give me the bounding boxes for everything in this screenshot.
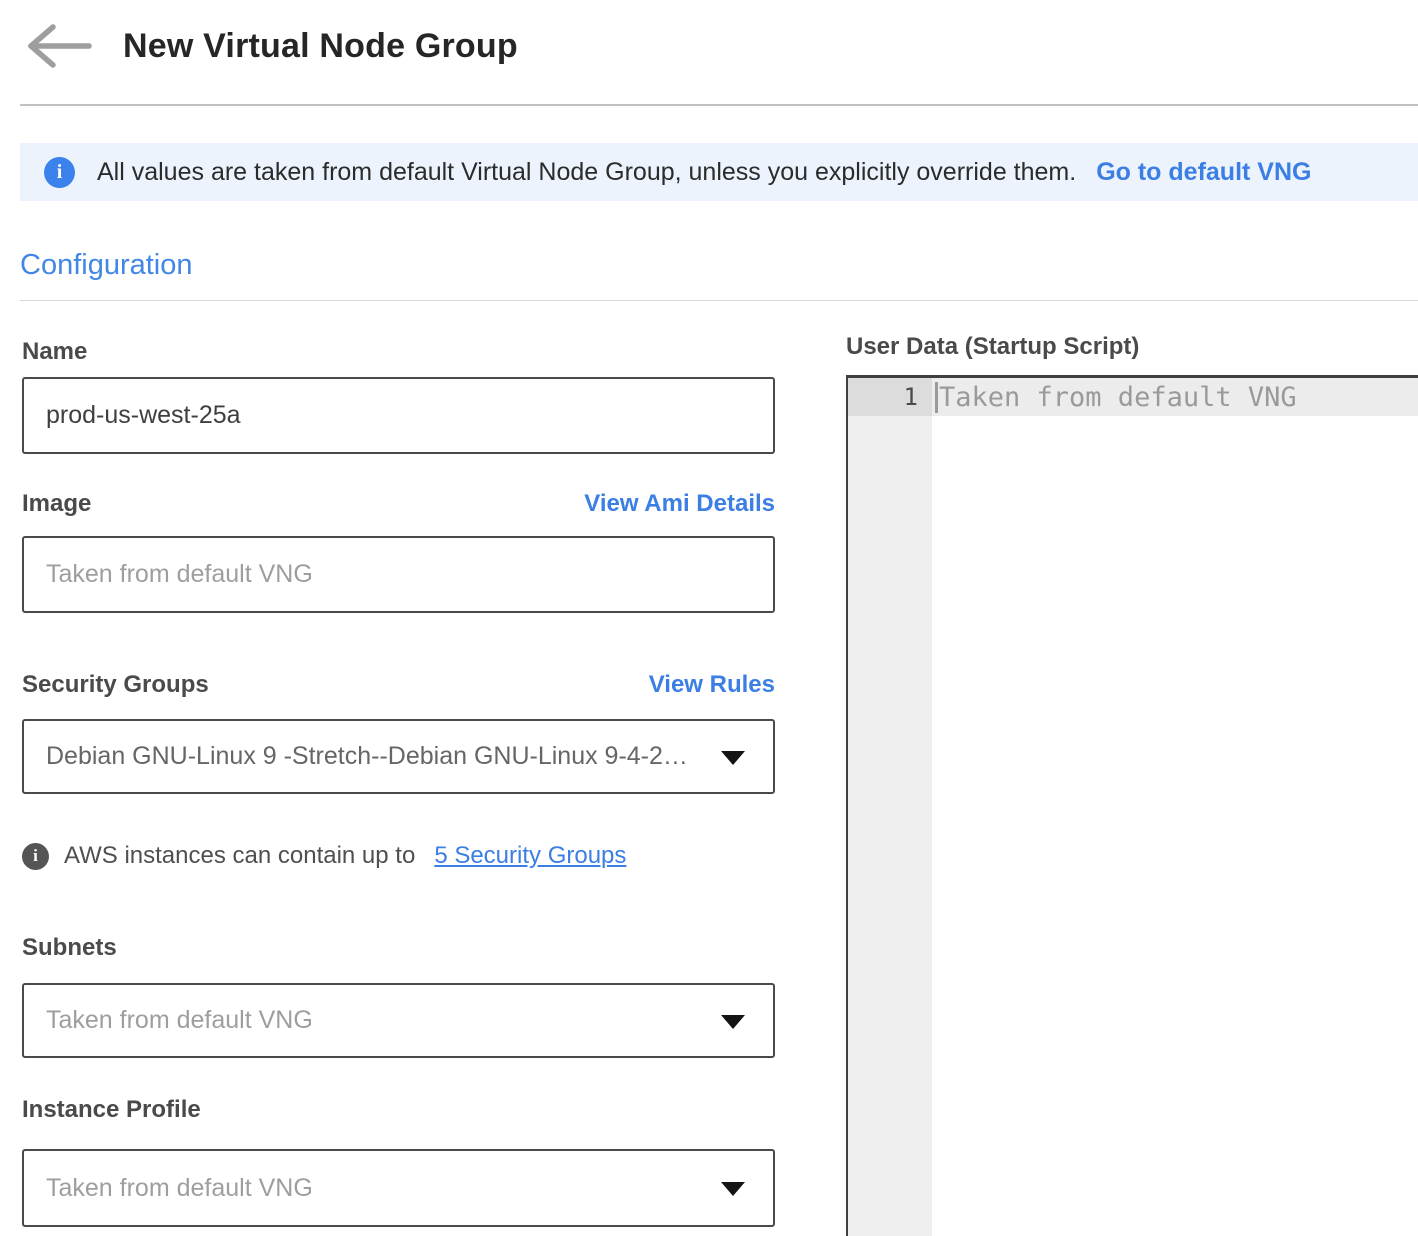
instance-profile-label: Instance Profile <box>22 1096 775 1124</box>
image-label: Image <box>22 490 91 518</box>
note-text: AWS instances can contain up to <box>64 842 415 870</box>
text-cursor <box>935 382 938 413</box>
go-to-default-vng-link[interactable]: Go to default VNG <box>1096 158 1311 187</box>
banner-text: All values are taken from default Virtua… <box>97 158 1076 187</box>
back-arrow-icon <box>25 22 95 70</box>
info-banner: i All values are taken from default Virt… <box>20 143 1418 201</box>
view-rules-link[interactable]: View Rules <box>649 671 775 699</box>
editor-active-line: Taken from default VNG <box>932 378 1418 416</box>
configuration-section-title: Configuration <box>20 249 193 282</box>
view-ami-details-link[interactable]: View Ami Details <box>584 490 775 518</box>
user-data-editor[interactable]: 1 Taken from default VNG <box>846 375 1418 1236</box>
subnets-label: Subnets <box>22 934 775 962</box>
security-groups-label-row: Security Groups View Rules <box>22 671 775 699</box>
chevron-down-icon <box>721 1182 745 1196</box>
five-security-groups-link[interactable]: 5 Security Groups <box>434 842 626 870</box>
configuration-form: Name Image View Ami Details Security Gro… <box>22 338 775 1227</box>
name-input[interactable] <box>22 377 775 454</box>
subnets-placeholder: Taken from default VNG <box>46 1006 373 1035</box>
image-input[interactable] <box>22 536 775 613</box>
info-icon: i <box>22 843 49 870</box>
info-icon: i <box>44 157 75 188</box>
chevron-down-icon <box>721 751 745 765</box>
image-label-row: Image View Ami Details <box>22 490 775 518</box>
editor-code-area[interactable]: Taken from default VNG <box>932 378 1418 1236</box>
editor-line-number-gutter: 1 <box>848 378 932 1236</box>
header-divider <box>20 104 1418 106</box>
security-groups-label: Security Groups <box>22 671 209 699</box>
security-groups-select[interactable]: Debian GNU-Linux 9 -Stretch--Debian GNU-… <box>22 719 775 794</box>
new-virtual-node-group-page: New Virtual Node Group i All values are … <box>0 0 1418 1236</box>
security-groups-note: i AWS instances can contain up to 5 Secu… <box>22 842 775 870</box>
back-button[interactable] <box>25 22 95 70</box>
instance-profile-placeholder: Taken from default VNG <box>46 1174 373 1203</box>
user-data-label: User Data (Startup Script) <box>846 333 1139 361</box>
page-title: New Virtual Node Group <box>123 27 518 66</box>
page-header: New Virtual Node Group <box>25 22 518 70</box>
subnets-select[interactable]: Taken from default VNG <box>22 983 775 1058</box>
section-divider <box>20 300 1418 301</box>
instance-profile-select[interactable]: Taken from default VNG <box>22 1149 775 1227</box>
chevron-down-icon <box>721 1015 745 1029</box>
editor-placeholder-text: Taken from default VNG <box>939 382 1297 413</box>
security-groups-selected-value: Debian GNU-Linux 9 -Stretch--Debian GNU-… <box>46 742 748 771</box>
line-number: 1 <box>848 378 932 416</box>
name-label: Name <box>22 338 775 366</box>
